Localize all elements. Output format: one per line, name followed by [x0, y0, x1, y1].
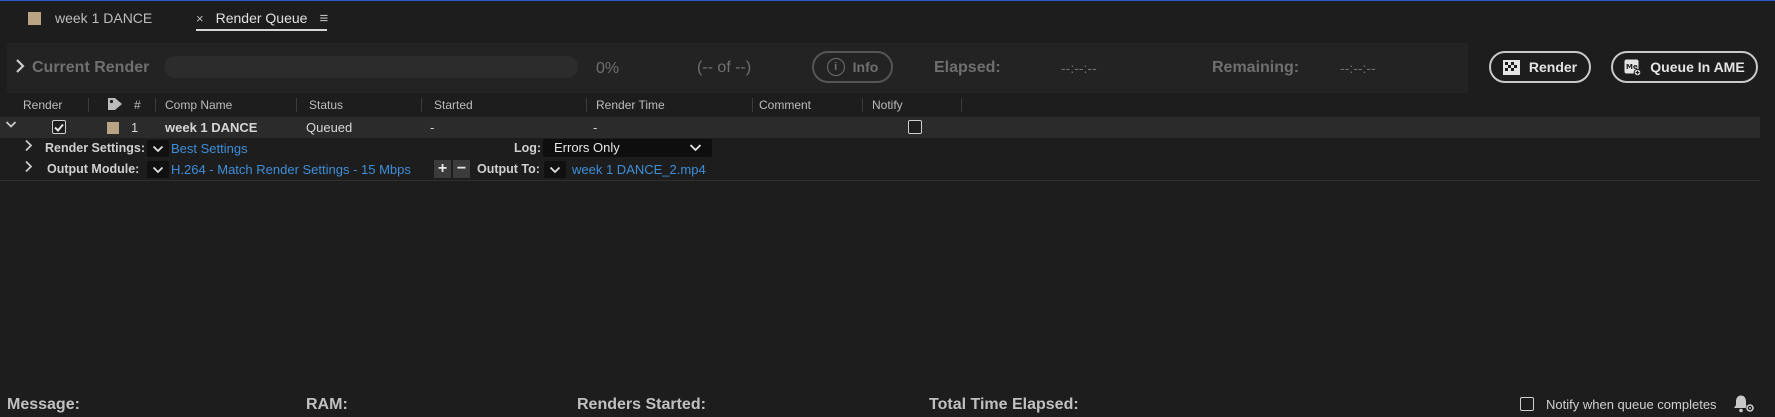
output-module-row: Output Module: H.264 - Match Render Sett… [0, 160, 1760, 180]
chevron-right-icon[interactable] [15, 59, 25, 76]
row-divider [0, 180, 1760, 181]
notify-queue-checkbox[interactable] [1520, 397, 1534, 411]
render-button[interactable]: Render [1489, 51, 1591, 83]
queue-in-ame-label: Queue In AME [1650, 59, 1745, 75]
column-divider[interactable] [155, 98, 156, 112]
status-footer: Message: RAM: Renders Started: Total Tim… [0, 392, 1775, 417]
render-checkbox[interactable] [52, 120, 66, 134]
chevron-down-icon [152, 166, 164, 173]
tab-label: Render Queue [215, 10, 308, 26]
output-to-label: Output To: [477, 162, 540, 176]
render-button-label: Render [1528, 59, 1578, 75]
log-select[interactable]: Errors Only [543, 139, 712, 157]
chevron-right-icon[interactable] [24, 139, 33, 155]
render-icon [1502, 59, 1520, 75]
item-started: - [430, 120, 435, 135]
output-module-label: Output Module: [47, 162, 140, 176]
col-started[interactable]: Started [434, 98, 473, 112]
item-status: Queued [306, 120, 353, 135]
total-time-elapsed-label: Total Time Elapsed: [929, 396, 1079, 413]
output-module-link[interactable]: H.264 - Match Render Settings - 15 Mbps [171, 162, 411, 177]
col-status[interactable]: Status [309, 98, 343, 112]
item-number: 1 [131, 120, 139, 135]
info-button-label: Info [852, 59, 879, 75]
col-number[interactable]: # [134, 98, 141, 112]
chevron-down-icon [152, 145, 164, 152]
output-module-dropdown[interactable] [147, 161, 169, 178]
chevron-down-icon [689, 144, 702, 152]
render-settings-label: Render Settings: [45, 141, 146, 155]
chevron-right-icon[interactable] [24, 160, 33, 176]
col-comp-name[interactable]: Comp Name [165, 98, 232, 112]
column-divider[interactable] [296, 98, 297, 112]
tab-week-1-dance[interactable]: week 1 DANCE [28, 1, 152, 35]
minus-icon[interactable]: − [453, 160, 470, 178]
bell-gear-icon[interactable] [1732, 394, 1756, 414]
progress-percent: 0% [596, 60, 620, 77]
column-divider[interactable] [586, 98, 587, 112]
media-encoder-icon: Me [1624, 59, 1642, 76]
ram-label: RAM: [306, 396, 348, 413]
tab-strip: week 1 DANCE × Render Queue ≡ [0, 1, 1775, 35]
remaining-value: --:--:-- [1340, 60, 1376, 76]
col-render-time[interactable]: Render Time [596, 98, 665, 112]
close-icon[interactable]: × [196, 11, 204, 26]
render-queue-panel: week 1 DANCE × Render Queue ≡ Current Re… [0, 0, 1775, 417]
current-render-title: Current Render [32, 59, 150, 76]
info-icon: i [826, 58, 845, 76]
render-settings-link[interactable]: Best Settings [171, 141, 248, 156]
render-settings-dropdown[interactable] [147, 140, 169, 157]
remaining-label: Remaining: [1212, 59, 1300, 76]
log-select-value: Errors Only [554, 140, 620, 155]
queue-in-ame-button[interactable]: Me Queue In AME [1611, 51, 1758, 83]
render-count: (-- of --) [697, 59, 752, 76]
table-row[interactable]: 1 week 1 DANCE Queued - - [0, 117, 1760, 138]
column-divider[interactable] [752, 98, 753, 112]
active-tab-indicator [196, 29, 327, 31]
col-notify[interactable]: Notify [872, 98, 903, 112]
label-color-swatch [28, 11, 41, 25]
plus-icon[interactable]: + [434, 160, 451, 178]
col-comment[interactable]: Comment [759, 98, 811, 112]
notify-queue-label: Notify when queue completes [1546, 397, 1717, 412]
col-render[interactable]: Render [23, 98, 62, 112]
info-button[interactable]: i Info [812, 51, 893, 83]
tab-label: week 1 DANCE [55, 10, 153, 26]
item-render-time: - [593, 120, 598, 135]
output-to-dropdown[interactable] [544, 161, 566, 178]
notify-checkbox[interactable] [908, 120, 922, 134]
renders-started-label: Renders Started: [577, 396, 706, 413]
column-header: Render # Comp Name Status Started Render… [0, 96, 1760, 114]
label-color-swatch[interactable] [107, 122, 119, 134]
render-progress-bar [164, 56, 578, 78]
comp-name: week 1 DANCE [165, 120, 258, 135]
chevron-down-icon [549, 166, 561, 173]
column-divider[interactable] [88, 98, 89, 112]
check-icon [54, 123, 64, 132]
message-label: Message: [7, 396, 80, 413]
column-divider[interactable] [961, 98, 962, 112]
tag-icon[interactable] [107, 97, 123, 111]
menu-icon[interactable]: ≡ [319, 10, 328, 27]
render-settings-row: Render Settings: Best Settings Log: Erro… [0, 139, 1760, 159]
column-divider[interactable] [421, 98, 422, 112]
column-divider[interactable] [862, 98, 863, 112]
elapsed-value: --:--:-- [1061, 60, 1097, 76]
output-to-link[interactable]: week 1 DANCE_2.mp4 [572, 162, 706, 177]
chevron-down-icon[interactable] [5, 118, 17, 133]
elapsed-label: Elapsed: [934, 59, 1001, 76]
log-label: Log: [514, 141, 542, 155]
